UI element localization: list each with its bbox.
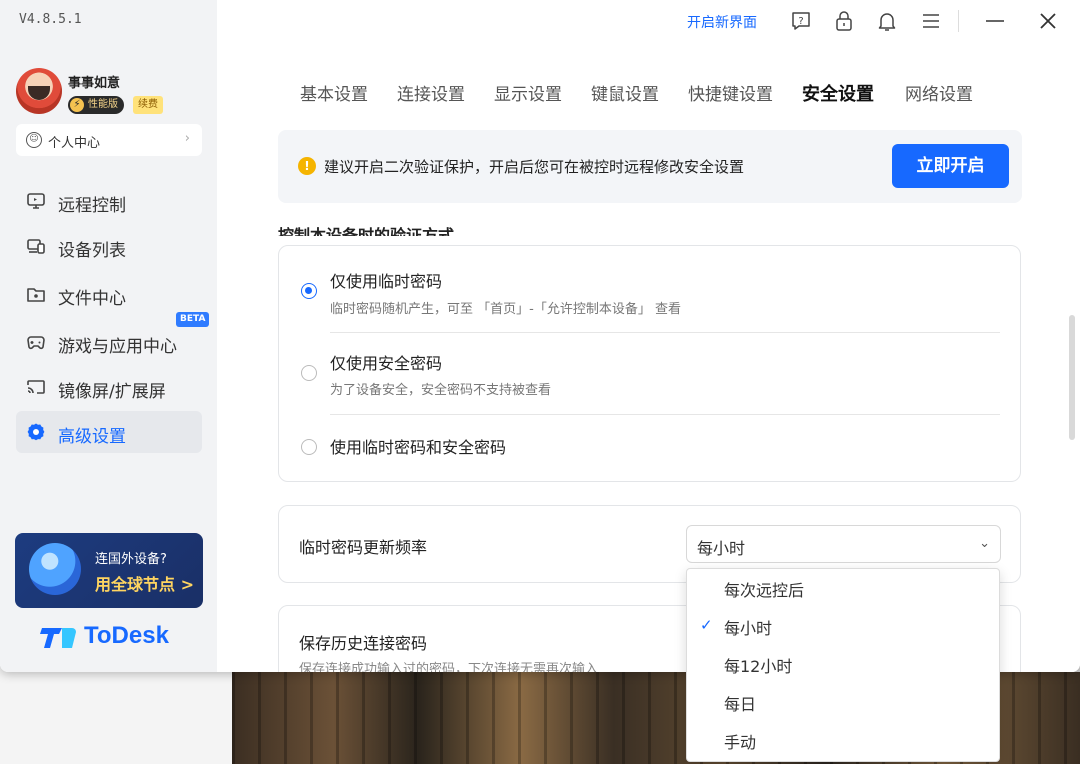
promo-line-1: 连国外设备? [95, 552, 167, 567]
sidebar-item-label: 远程控制 [58, 196, 126, 216]
auth-option-secure[interactable]: 仅使用安全密码 为了设备安全，安全密码不支持被查看 [279, 332, 1020, 414]
scrollbar[interactable] [1069, 315, 1075, 440]
option-label: 手动 [724, 733, 757, 752]
frequency-select[interactable]: 每小时 ⌄ [686, 525, 1001, 563]
sidebar-item-file-center[interactable]: 文件中心 [16, 273, 202, 315]
sidebar-item-label: 文件中心 [58, 289, 126, 309]
sidebar-item-label: 游戏与应用中心 [58, 337, 177, 357]
tab-network[interactable]: 网络设置 [905, 80, 973, 105]
svg-text:?: ? [798, 16, 803, 27]
renew-badge[interactable]: 续费 [133, 96, 163, 114]
radio-temp-password[interactable] [301, 283, 317, 299]
option-label: 仅使用临时密码 [330, 272, 443, 291]
sidebar-item-advanced-settings[interactable]: 高级设置 [16, 411, 202, 453]
cast-icon [27, 380, 45, 394]
auth-method-card: 仅使用临时密码 临时密码随机产生，可至 「首页」-「允许控制本设备」 查看 仅使… [278, 245, 1021, 482]
tier-badge: ⚡ 性能版 [68, 96, 124, 114]
warning-icon: ! [298, 157, 316, 175]
sidebar-item-label: 镜像屏/扩展屏 [58, 382, 166, 402]
frequency-dropdown: 每次远控后 ✓ 每小时 每12小时 每日 手动 [686, 568, 1000, 762]
frequency-option[interactable]: 每次远控后 [687, 569, 999, 607]
version-label: V4.8.5.1 [19, 12, 82, 27]
brand-name: ToDesk [84, 622, 169, 649]
option-description: 为了设备安全，安全密码不支持被查看 [330, 383, 552, 398]
personal-center-label: 个人中心 [48, 136, 101, 151]
option-label: 每12小时 [724, 657, 793, 676]
menu-icon[interactable] [920, 10, 942, 32]
tab-shortcuts[interactable]: 快捷键设置 [688, 80, 773, 105]
tier-badge-label: 性能版 [88, 99, 118, 110]
enable-now-button[interactable]: 立即开启 [892, 144, 1009, 188]
folder-icon [27, 288, 45, 302]
minimize-icon[interactable] [984, 10, 1006, 32]
history-label: 保存历史连接密码 [299, 634, 428, 653]
topbar-separator [958, 10, 959, 32]
close-icon[interactable] [1037, 10, 1059, 32]
gear-icon [27, 423, 45, 441]
sidebar-item-label: 设备列表 [58, 241, 126, 261]
todesk-logo-mark [40, 628, 76, 648]
auth-option-temp[interactable]: 仅使用临时密码 临时密码随机产生，可至 「首页」-「允许控制本设备」 查看 [279, 246, 1020, 332]
sidebar-item-label: 高级设置 [58, 427, 126, 447]
frequency-option[interactable]: 手动 [687, 721, 999, 759]
monitor-icon [27, 193, 45, 209]
tab-display[interactable]: 显示设置 [494, 80, 562, 105]
option-label: 每小时 [724, 619, 773, 638]
new-ui-link[interactable]: 开启新界面 [687, 12, 757, 32]
frequency-selected-value: 每小时 [697, 539, 746, 558]
notice-text: 建议开启二次验证保护，开启后您可在被控时远程修改安全设置 [324, 158, 745, 176]
section-title: 控制本设备时的验证方式 [278, 226, 455, 236]
frequency-label: 临时密码更新频率 [299, 538, 428, 557]
option-label: 每次远控后 [724, 581, 805, 600]
sidebar-item-game-app-center[interactable]: 游戏与应用中心 [16, 321, 202, 363]
radio-secure-password[interactable] [301, 365, 317, 381]
frequency-option[interactable]: 每12小时 [687, 645, 999, 683]
username: 事事如意 [68, 76, 121, 91]
option-label: 每日 [724, 695, 757, 714]
bolt-icon: ⚡ [70, 98, 84, 112]
checkmark-icon: ✓ [700, 616, 713, 634]
option-description: 临时密码随机产生，可至 「首页」-「允许控制本设备」 查看 [330, 302, 681, 317]
personal-center-button[interactable]: ☺ 个人中心 › [16, 124, 202, 156]
sidebar-item-device-list[interactable]: 设备列表 [16, 225, 202, 267]
auth-option-both[interactable]: 使用临时密码和安全密码 [279, 414, 1020, 482]
chevron-down-icon: ⌄ [979, 536, 990, 551]
lock-icon[interactable] [833, 10, 855, 32]
frequency-option-selected[interactable]: ✓ 每小时 [687, 607, 999, 645]
beta-badge: BETA [176, 312, 210, 327]
option-label: 使用临时密码和安全密码 [330, 438, 507, 457]
avatar[interactable] [16, 68, 62, 114]
chevron-right-icon: › [184, 131, 190, 146]
user-circle-icon: ☺ [26, 132, 42, 148]
two-factor-notice: ! 建议开启二次验证保护，开启后您可在被控时远程修改安全设置 立即开启 [278, 130, 1022, 203]
sidebar-item-mirror-extend[interactable]: 镜像屏/扩展屏 [16, 366, 202, 408]
section-title-clip: 控制本设备时的验证方式 [278, 216, 578, 236]
sidebar-item-remote-control[interactable]: 远程控制 [16, 180, 202, 222]
history-description: 保存连接成功输入过的密码，下次连接无需再次输入 [299, 662, 599, 672]
help-icon[interactable]: ? [790, 10, 812, 32]
promo-line-2: 用全球节点 > [95, 575, 194, 594]
gamepad-icon [27, 336, 45, 350]
bell-icon[interactable] [876, 10, 898, 32]
tab-security[interactable]: 安全设置 [802, 80, 874, 106]
tab-basic[interactable]: 基本设置 [300, 80, 368, 105]
tab-connection[interactable]: 连接设置 [397, 80, 465, 105]
option-label: 仅使用安全密码 [330, 354, 443, 373]
global-node-promo[interactable]: 连国外设备? 用全球节点 > [15, 533, 203, 608]
tab-keyboard-mouse[interactable]: 键鼠设置 [591, 80, 659, 105]
devices-icon [27, 239, 45, 254]
globe-icon [29, 543, 81, 595]
frequency-option[interactable]: 每日 [687, 683, 999, 721]
sidebar: V4.8.5.1 事事如意 ⚡ 性能版 续费 ☺ 个人中心 › 远程控制 设备列… [0, 0, 217, 672]
radio-both-passwords[interactable] [301, 439, 317, 455]
